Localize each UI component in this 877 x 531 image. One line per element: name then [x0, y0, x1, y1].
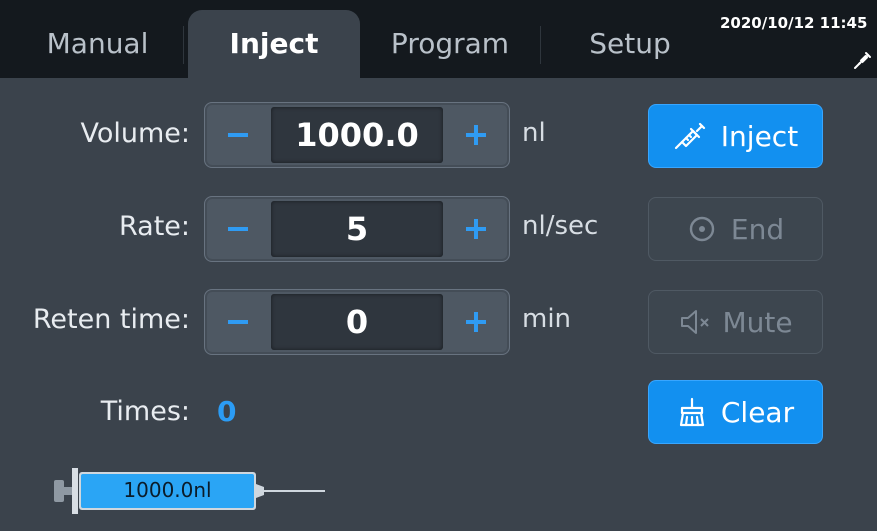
reten-time-value[interactable]: 0 [271, 294, 443, 350]
reten-time-label: Reten time: [32, 304, 190, 335]
end-button-label: End [730, 212, 785, 246]
tab-manual[interactable]: Manual [20, 10, 175, 78]
minus-icon [228, 320, 248, 324]
volume-decrement-button[interactable] [209, 105, 267, 165]
rate-label: Rate: [118, 211, 190, 242]
times-label: Times: [100, 396, 190, 427]
end-button[interactable]: End [648, 197, 823, 261]
speaker-mute-icon [681, 310, 710, 334]
syringe-icon [674, 122, 705, 150]
tab-bar: Manual Inject Program Setup 2020/10/12 1… [0, 0, 877, 78]
volume-stepper: 1000.0 [204, 102, 510, 168]
rate-stepper: 5 [204, 196, 510, 262]
datetime-display: 2020/10/12 11:45 [720, 14, 868, 32]
plus-icon [466, 219, 486, 239]
plus-icon [466, 125, 486, 145]
tab-program[interactable]: Program [365, 10, 535, 78]
rate-unit: nl/sec [522, 211, 599, 241]
tab-divider [183, 26, 184, 64]
volume-increment-button[interactable] [447, 105, 505, 165]
mute-button[interactable]: Mute [648, 290, 823, 354]
syringe-volume-label: 1000.0nl [123, 478, 212, 502]
inject-button-label: Inject [720, 119, 799, 153]
stop-circle-icon [689, 216, 715, 242]
broom-icon [679, 397, 704, 427]
syringe-plunger-rod [64, 487, 72, 495]
reten-time-increment-button[interactable] [447, 292, 505, 352]
volume-label: Volume: [80, 118, 190, 149]
reten-time-unit: min [522, 304, 572, 334]
mute-button-label: Mute [722, 305, 793, 339]
clear-button[interactable]: Clear [648, 380, 823, 444]
reten-time-stepper: 0 [204, 289, 510, 355]
inject-button[interactable]: Inject [648, 104, 823, 168]
volume-value[interactable]: 1000.0 [271, 107, 443, 163]
tab-setup[interactable]: Setup [545, 10, 715, 78]
minus-icon [228, 133, 248, 137]
syringe-plunger-head [54, 480, 64, 502]
syringe-flange [72, 468, 78, 514]
tab-divider [540, 26, 541, 64]
plus-icon [466, 312, 486, 332]
rate-increment-button[interactable] [447, 199, 505, 259]
reten-time-decrement-button[interactable] [209, 292, 267, 352]
tab-inject[interactable]: Inject [188, 10, 360, 78]
rate-decrement-button[interactable] [209, 199, 267, 259]
minus-icon [228, 227, 248, 231]
rate-value[interactable]: 5 [271, 201, 443, 257]
times-value: 0 [217, 395, 237, 428]
syringe-tip [256, 484, 264, 498]
volume-unit: nl [522, 118, 546, 148]
syringe-status-icon [854, 52, 871, 69]
clear-button-label: Clear [720, 395, 795, 429]
